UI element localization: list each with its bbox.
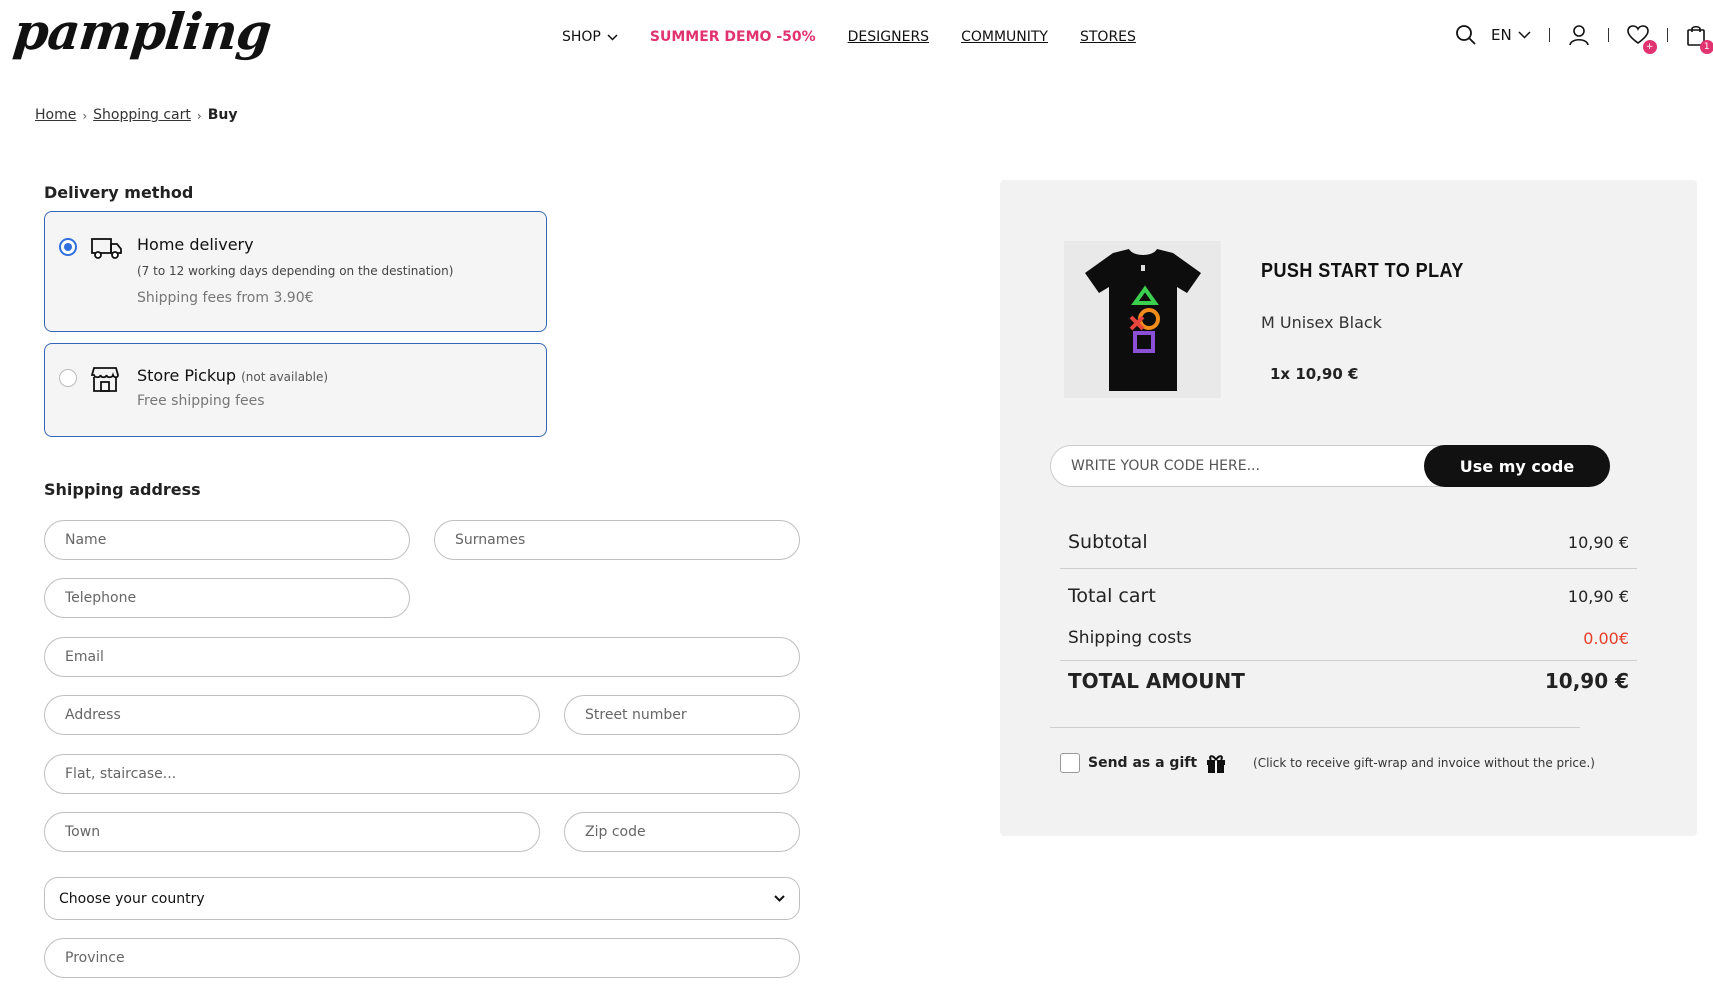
divider [1548,28,1550,42]
country-select-value: Choose your country [59,890,205,907]
shipping-address-title: Shipping address [44,480,201,499]
cart-badge: 1 [1699,40,1713,54]
subtotal-value: 10,90 € [1567,532,1629,552]
nav-summer-demo[interactable]: SUMMER DEMO -50% [650,29,816,45]
wishlist-badge: + [1642,40,1657,54]
nav-designers[interactable]: DESIGNERS [848,29,929,45]
language-label: EN [1491,26,1512,44]
province-field[interactable] [44,938,800,978]
divider [1666,28,1668,42]
order-summary-panel: PUSH START TO PLAY M Unisex Black 1x 10,… [1000,180,1697,836]
search-button[interactable] [1455,22,1477,48]
gift-icon [1207,755,1226,773]
account-button[interactable] [1568,22,1590,48]
store-pickup-fee: Free shipping fees [137,393,265,409]
home-delivery-title: Home delivery [137,235,254,254]
address-field[interactable] [44,695,540,735]
email-field[interactable] [44,637,800,677]
chevron-down-icon [774,895,785,902]
store-pickup-label: Store Pickup [137,366,236,385]
delivery-method-title: Delivery method [44,183,194,202]
store-pickup-note: (not available) [241,370,329,384]
divider [1050,727,1580,728]
gift-option: Send as a gift (Click to receive gift-wr… [1060,752,1595,774]
divider [1060,568,1637,569]
total-cart-value: 10,90 € [1567,586,1629,606]
total-amount-label: TOTAL AMOUNT [1068,669,1245,693]
search-icon [1456,25,1476,45]
shipping-costs-row: Shipping costs 0.00€ [1060,621,1637,655]
subtotal-row: Subtotal 10,90 € [1060,525,1637,559]
surnames-field[interactable] [434,520,800,560]
total-cart-row: Total cart 10,90 € [1060,579,1637,613]
gift-note: (Click to receive gift-wrap and invoice … [1253,756,1595,770]
promo-code-input[interactable] [1051,446,1421,486]
delivery-option-home[interactable]: Home delivery (7 to 12 working days depe… [44,211,547,332]
breadcrumb-current: Buy [207,107,238,123]
breadcrumb-home[interactable]: Home [35,107,76,123]
divider [1060,660,1637,661]
gift-label[interactable]: Send as a gift [1088,755,1197,771]
flat-staircase-field[interactable] [44,754,800,794]
chevron-right-icon: › [196,109,202,123]
town-field[interactable] [44,812,540,852]
product-quantity-price: 1x 10,90 € [1270,365,1359,383]
nav-stores[interactable]: STORES [1080,29,1136,45]
user-icon [1568,25,1589,46]
tshirt-image [1084,248,1201,391]
nav-shop-label: SHOP [562,29,601,45]
wishlist-button[interactable]: + [1626,22,1657,54]
telephone-field[interactable] [44,578,410,618]
store-icon [91,367,119,392]
divider [1607,28,1609,42]
chevron-down-icon [1518,31,1531,39]
total-amount-row: TOTAL AMOUNT 10,90 € [1060,663,1637,699]
street-number-field[interactable] [564,695,800,735]
pampling-logo[interactable]: pampling [11,2,274,61]
product-variant: M Unisex Black [1261,313,1382,332]
total-cart-label: Total cart [1068,585,1156,607]
gift-checkbox[interactable] [1060,753,1080,773]
breadcrumb: Home › Shopping cart › Buy [35,107,237,123]
cart-button[interactable]: 1 [1686,22,1713,54]
use-code-button[interactable]: Use my code [1424,445,1610,487]
total-amount-value: 10,90 € [1544,669,1629,693]
home-delivery-radio[interactable] [59,238,77,256]
promo-code-group: Use my code [1050,445,1610,487]
nav-shop[interactable]: SHOP [562,29,618,45]
header-actions: EN + 1 [1455,22,1713,54]
store-pickup-radio[interactable] [59,369,77,387]
language-selector[interactable]: EN [1491,22,1531,48]
shipping-costs-label: Shipping costs [1068,628,1192,648]
breadcrumb-shopping-cart[interactable]: Shopping cart [93,107,191,123]
store-pickup-title: Store Pickup (not available) [137,366,328,385]
delivery-option-store[interactable]: Store Pickup (not available) Free shippi… [44,343,547,437]
chevron-right-icon: › [82,109,88,123]
home-delivery-subtitle: (7 to 12 working days depending on the d… [137,264,454,278]
truck-icon [91,238,122,259]
nav-community[interactable]: COMMUNITY [961,29,1048,45]
main-nav: SHOP SUMMER DEMO -50% DESIGNERS COMMUNIT… [562,29,1136,45]
zip-code-field[interactable] [564,812,800,852]
subtotal-label: Subtotal [1068,531,1148,553]
chevron-down-icon [607,33,618,41]
country-select[interactable]: Choose your country [44,877,800,920]
shipping-costs-value: 0.00€ [1583,628,1629,648]
home-delivery-fee: Shipping fees from 3.90€ [137,290,314,306]
product-name[interactable]: PUSH START TO PLAY [1261,260,1464,283]
name-field[interactable] [44,520,410,560]
product-thumbnail [1064,241,1221,398]
